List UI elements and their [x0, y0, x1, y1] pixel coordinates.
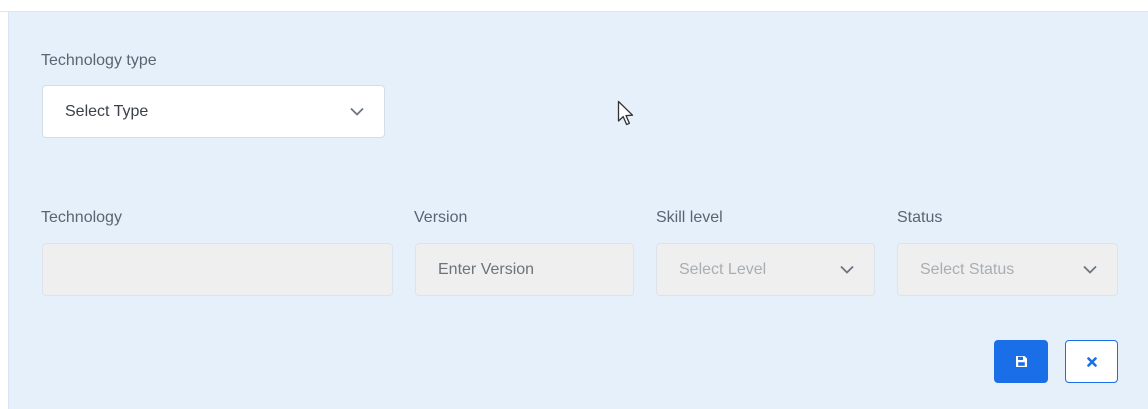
technology-type-label: Technology type — [41, 52, 157, 69]
technology-label: Technology — [41, 209, 122, 226]
skill-level-select[interactable]: Select Level — [656, 243, 875, 296]
mouse-cursor-icon — [617, 100, 634, 126]
close-button[interactable] — [1065, 340, 1118, 383]
version-placeholder: Enter Version — [438, 260, 535, 278]
skill-level-label: Skill level — [656, 209, 723, 226]
chevron-down-icon — [840, 265, 854, 274]
chevron-down-icon — [1083, 265, 1097, 274]
status-select[interactable]: Select Status — [897, 243, 1118, 296]
technology-field[interactable] — [42, 243, 393, 296]
technology-type-selected: Select Type — [65, 102, 149, 120]
technology-type-select[interactable]: Select Type — [42, 85, 385, 138]
save-button[interactable] — [994, 340, 1048, 383]
status-selected: Select Status — [920, 260, 1015, 278]
chevron-down-icon — [350, 107, 364, 116]
version-label: Version — [414, 209, 468, 226]
close-icon — [1086, 356, 1097, 367]
floppy-disk-icon — [1015, 356, 1027, 367]
top-divider — [0, 0, 1148, 12]
status-label: Status — [897, 209, 943, 226]
skill-level-selected: Select Level — [679, 260, 767, 278]
version-input[interactable]: Enter Version — [415, 243, 634, 296]
technology-form-panel: Technology type Select Type Technology V… — [8, 12, 1148, 409]
